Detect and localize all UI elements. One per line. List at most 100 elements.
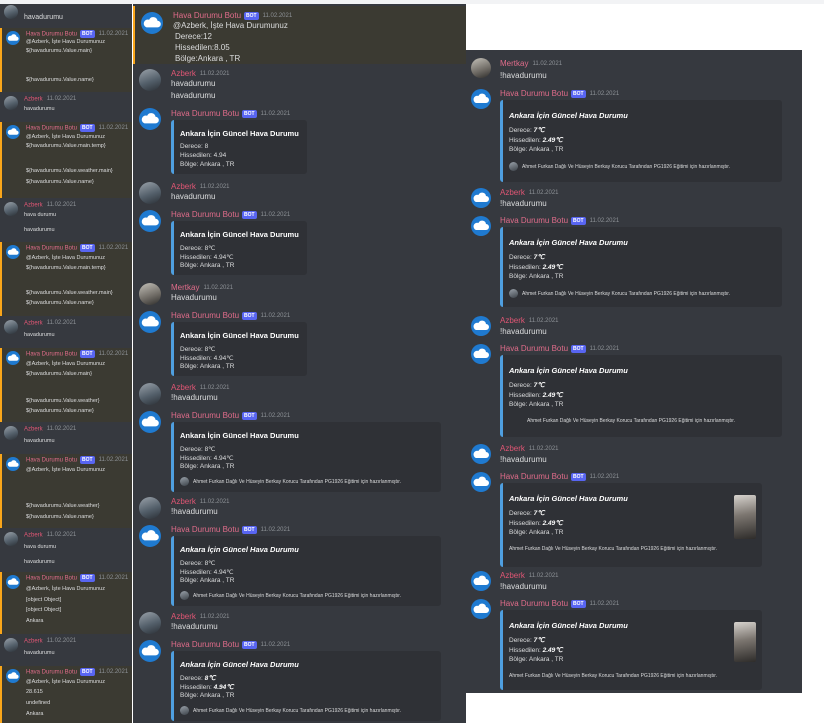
message-text: !havadurumu [500, 71, 547, 80]
message: Hava Durumu Botu BOT 11.02.2021 Ankara İçi… [466, 469, 802, 569]
user-avatar-icon[interactable] [4, 96, 18, 110]
bot-name[interactable]: Hava Durumu Botu BOT 11.02.2021 [500, 599, 619, 608]
cloud-icon[interactable] [139, 525, 161, 547]
user-name[interactable]: Azberk 11.02.2021 [500, 444, 559, 453]
bot-name[interactable]: Hava Durumu Botu BOT 11.02.2021 [171, 640, 290, 649]
user-avatar-icon[interactable] [471, 316, 491, 336]
bot-badge: BOT [80, 574, 95, 582]
user-avatar-icon[interactable] [4, 532, 18, 546]
user-name[interactable]: Azberk 11.02.2021 [500, 188, 559, 197]
user-avatar-icon[interactable] [4, 5, 18, 19]
message: Hava Durumu Botu BOT 11.02.2021 Ankara İçi… [466, 86, 802, 184]
cloud-icon[interactable] [471, 472, 491, 492]
bot-name[interactable]: Hava Durumu Botu BOT 11.02.2021 [171, 210, 290, 219]
cloud-icon[interactable] [141, 12, 163, 34]
timestamp: 11.02.2021 [589, 600, 620, 607]
user-avatar-icon[interactable] [139, 283, 161, 305]
user-avatar-icon[interactable] [471, 188, 491, 208]
bot-name[interactable]: Hava Durumu Botu BOT 11.02.2021 [26, 244, 128, 252]
user-avatar-icon[interactable] [139, 612, 161, 634]
bot-name[interactable]: Hava Durumu Botu BOT 11.02.2021 [171, 525, 290, 534]
bot-name[interactable]: Hava Durumu Botu BOT 11.02.2021 [26, 30, 128, 38]
chat-column-middle[interactable]: Hava Durumu Botu BOT 11.02.2021 @Azberk, İ… [133, 4, 466, 723]
message-text: ${havadurumu.Value.weather.main} [26, 290, 113, 296]
bot-name[interactable]: Hava Durumu Botu BOT 11.02.2021 [171, 109, 290, 118]
user-name[interactable]: Azberk 11.02.2021 [171, 182, 230, 191]
cloud-icon[interactable] [139, 411, 161, 433]
message-text: !havadurumu [500, 327, 547, 336]
embed-footer: Ahmet Furkan Dağlı Ve Hüseyin Berkay Kor… [527, 418, 736, 424]
user-avatar-icon[interactable] [139, 383, 161, 405]
user-name[interactable]: Azberk 11.02.2021 [500, 316, 559, 325]
user-name[interactable]: Azberk 11.02.2021 [171, 612, 230, 621]
chat-column-right[interactable]: Mertkay 11.02.2021 !havadurumu Hava Durum… [466, 50, 802, 693]
weather-embed: Ankara İçin Güncel Hava Durumu Derece: 7… [500, 355, 782, 437]
user-avatar-icon[interactable] [4, 320, 18, 334]
cloud-icon[interactable] [139, 640, 161, 662]
cloud-icon[interactable] [471, 216, 491, 236]
embed-field: Bölge: Ankara , TR [180, 692, 235, 699]
message: Hava Durumu Botu BOT 11.02.2021 @Azberk, İ… [133, 6, 466, 64]
bot-name[interactable]: Hava Durumu Botu BOT 11.02.2021 [173, 11, 292, 20]
user-avatar-icon[interactable] [4, 638, 18, 652]
cloud-icon[interactable] [471, 344, 491, 364]
timestamp: 11.02.2021 [98, 457, 129, 463]
user-name[interactable]: Azberk 11.02.2021 [24, 320, 76, 327]
message: Azberk 11.02.2021 havadurumu havadurumu [133, 66, 466, 106]
user-name[interactable]: Mertkay 11.02.2021 [171, 283, 233, 292]
user-name[interactable]: Azberk 11.02.2021 [171, 497, 230, 506]
user-avatar-icon[interactable] [139, 69, 161, 91]
cloud-icon[interactable] [6, 351, 20, 365]
user-avatar-icon[interactable] [471, 58, 491, 78]
embed-title: Ankara İçin Güncel Hava Durumu [180, 545, 299, 554]
bot-name[interactable]: Hava Durumu Botu BOT 11.02.2021 [26, 124, 128, 132]
embed-thumbnail[interactable] [734, 495, 756, 539]
chat-column-left[interactable]: havadurumu Hava Durumu Botu BOT 11.02.2021… [0, 4, 132, 723]
cloud-icon[interactable] [6, 575, 20, 589]
bot-name[interactable]: Hava Durumu Botu BOT 11.02.2021 [500, 472, 619, 481]
embed-thumbnail[interactable] [734, 622, 756, 662]
user-avatar-icon[interactable] [471, 571, 491, 591]
bot-name[interactable]: Hava Durumu Botu BOT 11.02.2021 [500, 344, 619, 353]
cloud-icon[interactable] [471, 599, 491, 619]
user-name[interactable]: Azberk 11.02.2021 [500, 571, 559, 580]
message: Azberk 11.02.2021 !havadurumu [133, 495, 466, 523]
bot-name[interactable]: Hava Durumu Botu BOT 11.02.2021 [26, 668, 128, 676]
cloud-icon[interactable] [471, 89, 491, 109]
user-avatar-icon[interactable] [4, 426, 18, 440]
bot-name[interactable]: Hava Durumu Botu BOT 11.02.2021 [26, 456, 128, 464]
bot-name[interactable]: Hava Durumu Botu BOT 11.02.2021 [26, 350, 128, 358]
user-name[interactable]: Azberk 11.02.2021 [171, 383, 230, 392]
user-name[interactable]: Azberk 11.02.2021 [24, 96, 76, 103]
bot-name[interactable]: Hava Durumu Botu BOT 11.02.2021 [171, 411, 290, 420]
embed-title: Ankara İçin Güncel Hava Durumu [180, 129, 299, 138]
timestamp: 11.02.2021 [528, 572, 559, 579]
cloud-icon[interactable] [139, 210, 161, 232]
weather-embed: Ankara İçin Güncel Hava Durumu Derece: 7… [500, 610, 762, 690]
user-name[interactable]: Azberk 11.02.2021 [171, 69, 230, 78]
user-name[interactable]: Mertkay 11.02.2021 [500, 59, 562, 68]
bot-name[interactable]: Hava Durumu Botu BOT 11.02.2021 [500, 216, 619, 225]
user-name[interactable]: Azberk 11.02.2021 [24, 638, 76, 645]
cloud-icon[interactable] [6, 31, 20, 45]
cloud-icon[interactable] [6, 457, 20, 471]
message-text: @Azberk, İşte Hava Durumunuz [26, 586, 105, 592]
user-avatar-icon[interactable] [4, 202, 18, 216]
user-avatar-icon[interactable] [471, 444, 491, 464]
user-avatar-icon[interactable] [139, 182, 161, 204]
bot-name[interactable]: Hava Durumu Botu BOT 11.02.2021 [26, 574, 128, 582]
cloud-icon[interactable] [139, 108, 161, 130]
cloud-icon[interactable] [6, 669, 20, 683]
user-avatar-icon[interactable] [139, 497, 161, 519]
user-name[interactable]: Azberk 11.02.2021 [24, 202, 76, 209]
bot-name[interactable]: Hava Durumu Botu BOT 11.02.2021 [500, 89, 619, 98]
bot-name[interactable]: Hava Durumu Botu BOT 11.02.2021 [171, 311, 290, 320]
message-text: @Azberk, İşte Hava Durumunuz [26, 134, 105, 140]
user-name[interactable]: Azberk 11.02.2021 [24, 426, 76, 433]
cloud-icon[interactable] [139, 311, 161, 333]
user-name[interactable]: Azberk 11.02.2021 [24, 532, 76, 539]
message-text: !havadurumu [500, 455, 547, 464]
cloud-icon[interactable] [6, 245, 20, 259]
embed-title: Ankara İçin Güncel Hava Durumu [509, 366, 628, 375]
cloud-icon[interactable] [6, 125, 20, 139]
